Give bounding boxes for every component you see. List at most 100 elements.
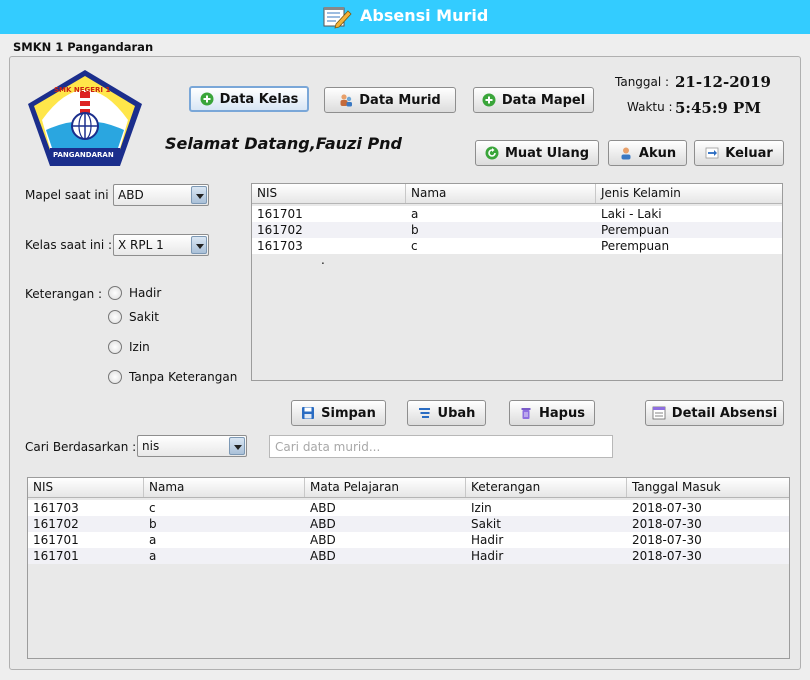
attendance-table[interactable]: NIS Nama Mata Pelajaran Keterangan Tangg… bbox=[27, 477, 790, 659]
trash-icon bbox=[521, 408, 531, 419]
chevron-down-icon[interactable] bbox=[229, 437, 245, 455]
cell-keterangan: Sakit bbox=[471, 517, 501, 531]
table-row[interactable]: 161702 b ABD Sakit 2018-07-30 bbox=[28, 516, 789, 532]
mapel-select[interactable]: ABD bbox=[113, 184, 209, 206]
column-header[interactable]: Mata Pelajaran bbox=[305, 478, 466, 497]
cell-nama: a bbox=[149, 549, 157, 563]
table-row[interactable]: 161703 c Perempuan bbox=[252, 238, 782, 254]
cell-nama: b bbox=[411, 223, 419, 237]
cell-mata-pelajaran: ABD bbox=[310, 501, 336, 515]
column-header[interactable]: Nama bbox=[406, 184, 596, 203]
radio-sakit[interactable]: Sakit bbox=[108, 310, 159, 324]
cell-mata-pelajaran: ABD bbox=[310, 517, 336, 531]
window-title: Absensi Murid bbox=[360, 6, 489, 25]
column-header[interactable]: Keterangan bbox=[466, 478, 627, 497]
save-button[interactable]: Simpan bbox=[291, 400, 386, 426]
students-table-header: NIS Nama Jenis Kelamin bbox=[252, 184, 782, 204]
plus-circle-icon bbox=[482, 93, 496, 107]
cell-nis: 161701 bbox=[33, 549, 79, 563]
cell-nama: c bbox=[411, 239, 418, 253]
kelas-selected-value: X RPL 1 bbox=[118, 238, 164, 252]
radio-izin[interactable]: Izin bbox=[108, 340, 150, 354]
cell-keterangan: Izin bbox=[471, 501, 492, 515]
data-murid-label: Data Murid bbox=[359, 92, 441, 108]
calendar-list-icon bbox=[652, 406, 666, 420]
account-button[interactable]: Akun bbox=[608, 140, 687, 166]
radio-hadir[interactable]: Hadir bbox=[108, 286, 161, 300]
cell-jenis-kelamin: Perempuan bbox=[601, 223, 670, 237]
date-label: Tanggal : bbox=[615, 75, 670, 89]
data-mapel-button[interactable]: Data Mapel bbox=[473, 87, 594, 113]
cell-mata-pelajaran: ABD bbox=[310, 533, 336, 547]
search-field-select[interactable]: nis bbox=[137, 435, 247, 457]
cell-nis: 161702 bbox=[33, 517, 79, 531]
date-value: 21-12-2019 bbox=[675, 73, 771, 91]
cell-nama: a bbox=[411, 207, 419, 221]
radio-izin-label: Izin bbox=[129, 340, 150, 354]
refresh-icon bbox=[485, 146, 499, 160]
edit-list-icon bbox=[418, 408, 430, 418]
detail-absensi-button[interactable]: Detail Absensi bbox=[645, 400, 784, 426]
table-row[interactable]: 161702 b Perempuan bbox=[252, 222, 782, 238]
cell-nis: 161703 bbox=[33, 501, 79, 515]
column-header[interactable]: Jenis Kelamin bbox=[596, 184, 783, 203]
table-row[interactable]: 161701 a ABD Hadir 2018-07-30 bbox=[28, 532, 789, 548]
detail-absensi-label: Detail Absensi bbox=[671, 405, 778, 421]
edit-button[interactable]: Ubah bbox=[407, 400, 486, 426]
students-table[interactable]: NIS Nama Jenis Kelamin 161701 a Laki - L… bbox=[251, 183, 783, 381]
time-value: 5:45:9 PM bbox=[675, 99, 761, 117]
cell-tanggal-masuk: 2018-07-30 bbox=[632, 533, 702, 547]
data-mapel-label: Data Mapel bbox=[501, 92, 586, 108]
cell-nis: 161702 bbox=[257, 223, 303, 237]
cell-nis: 161701 bbox=[257, 207, 303, 221]
attendance-table-header: NIS Nama Mata Pelajaran Keterangan Tangg… bbox=[28, 478, 789, 498]
user-icon bbox=[621, 147, 631, 160]
table-row[interactable]: 161701 a ABD Hadir 2018-07-30 bbox=[28, 548, 789, 564]
table-row[interactable]: 161703 c ABD Izin 2018-07-30 bbox=[28, 500, 789, 516]
radio-tanpa-keterangan[interactable]: Tanpa Keterangan bbox=[108, 370, 237, 384]
search-placeholder: Cari data murid... bbox=[275, 440, 381, 454]
data-kelas-button[interactable]: Data Kelas bbox=[189, 86, 309, 112]
chevron-down-icon[interactable] bbox=[191, 186, 207, 204]
column-header[interactable]: Nama bbox=[144, 478, 305, 497]
chevron-down-icon[interactable] bbox=[191, 236, 207, 254]
cell-jenis-kelamin: Perempuan bbox=[601, 239, 670, 253]
cell-nama: b bbox=[149, 517, 157, 531]
column-header[interactable]: NIS bbox=[252, 184, 406, 203]
cell-mata-pelajaran: ABD bbox=[310, 549, 336, 563]
keterangan-label: Keterangan : bbox=[25, 287, 103, 301]
radio-button[interactable] bbox=[108, 370, 122, 384]
cell-nis: 161703 bbox=[257, 239, 303, 253]
delete-label: Hapus bbox=[539, 405, 585, 421]
data-murid-button[interactable]: Data Murid bbox=[324, 87, 456, 113]
reload-label: Muat Ulang bbox=[504, 145, 590, 161]
radio-button[interactable] bbox=[108, 286, 122, 300]
stray-mark: . bbox=[321, 253, 325, 267]
logo-top-text: SMK NEGERI 1 bbox=[54, 86, 111, 94]
column-header[interactable]: NIS bbox=[28, 478, 144, 497]
radio-button[interactable] bbox=[108, 340, 122, 354]
delete-button[interactable]: Hapus bbox=[509, 400, 595, 426]
logout-label: Keluar bbox=[725, 145, 773, 161]
column-header[interactable]: Tanggal Masuk bbox=[627, 478, 790, 497]
search-input[interactable]: Cari data murid... bbox=[269, 435, 613, 458]
kelas-label: Kelas saat ini : bbox=[25, 238, 113, 252]
cell-tanggal-masuk: 2018-07-30 bbox=[632, 517, 702, 531]
radio-button[interactable] bbox=[108, 310, 122, 324]
save-label: Simpan bbox=[321, 405, 376, 421]
floppy-disk-icon bbox=[302, 407, 315, 419]
data-kelas-label: Data Kelas bbox=[219, 91, 299, 107]
cell-nis: 161701 bbox=[33, 533, 79, 547]
logout-button[interactable]: Keluar bbox=[694, 140, 784, 166]
exit-arrow-icon bbox=[705, 147, 719, 159]
mapel-selected-value: ABD bbox=[118, 188, 144, 202]
radio-sakit-label: Sakit bbox=[129, 310, 159, 324]
cell-nama: c bbox=[149, 501, 156, 515]
table-row[interactable]: 161701 a Laki - Laki bbox=[252, 206, 782, 222]
search-by-label: Cari Berdasarkan : bbox=[25, 440, 137, 454]
cell-keterangan: Hadir bbox=[471, 533, 504, 547]
users-icon bbox=[340, 94, 353, 107]
reload-button[interactable]: Muat Ulang bbox=[475, 140, 599, 166]
kelas-select[interactable]: X RPL 1 bbox=[113, 234, 209, 256]
mapel-label: Mapel saat ini : bbox=[25, 188, 117, 202]
